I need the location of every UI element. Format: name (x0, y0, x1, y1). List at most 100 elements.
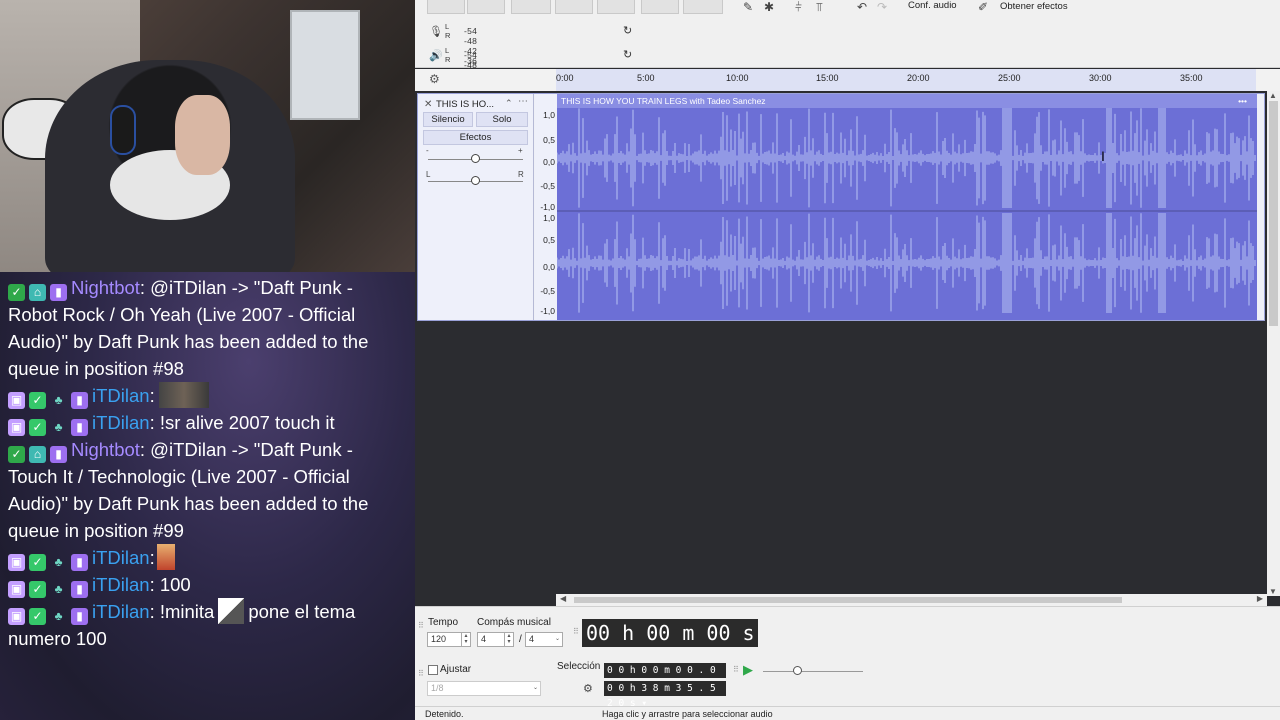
scroll-left-icon[interactable]: ◀ (560, 594, 566, 603)
streamer-face (175, 95, 230, 175)
ruler-tick: 30:00 (1089, 73, 1112, 83)
speed-slider-track (763, 671, 863, 672)
toolbar-grip-icon[interactable]: ⠿ (733, 665, 739, 674)
toolbar-grip-icon[interactable]: ⠿ (418, 669, 424, 678)
twitch-badge-icon: ▮ (71, 581, 88, 598)
transport-button[interactable] (555, 0, 593, 14)
timeline-settings-icon[interactable]: ⚙ (429, 72, 440, 86)
transport-button[interactable] (427, 0, 465, 14)
sprout-badge-icon: ♣ (54, 609, 63, 623)
sprout-badge-icon: ♣ (54, 393, 63, 407)
chat-username[interactable]: iTDilan (92, 547, 150, 568)
meter-numerator-input[interactable]: 4 ▴ ▾ (477, 632, 514, 647)
toolbar-grip-icon[interactable]: ⠿ (418, 621, 424, 630)
vertical-scale[interactable]: 1,0 0,5 0,0 -0,5 -1,0 1,0 0,5 0,0 -0,5 -… (535, 94, 557, 320)
meter-reset-icon[interactable]: ↻ (623, 48, 632, 61)
audio-setup-button[interactable]: Conf. audio (908, 0, 957, 11)
transport-button[interactable] (597, 0, 635, 14)
chat-username[interactable]: iTDilan (92, 412, 150, 433)
chat-username[interactable]: iTDilan (92, 385, 150, 406)
chat-message: ▣ ✓ ♣ ▮ iTDilan: (8, 544, 407, 571)
transport-button[interactable] (511, 0, 551, 14)
scrollbar-thumb[interactable] (1269, 101, 1278, 326)
snap-checkbox[interactable] (428, 665, 438, 675)
selection-end-display[interactable]: 0 0 h 3 8 m 3 5 . 5 2 0 s ▾ (604, 681, 726, 709)
meter-channels: LR (445, 46, 451, 64)
speaker-icon: 🔊 (429, 50, 443, 62)
time-display[interactable]: 00 h 00 m 00 s ▾ (582, 619, 758, 671)
verified-badge-icon: ✓ (29, 419, 46, 436)
ibeam-cursor-icon: I (1101, 148, 1105, 164)
webcam-feed (0, 0, 415, 272)
meter-label: Compás musical (477, 617, 551, 628)
chat-text: : !sr alive 2007 touch it (149, 412, 335, 433)
emote-image (156, 544, 175, 570)
meter-reset-icon[interactable]: ↻ (623, 24, 632, 37)
trim-icon[interactable]: ⫩ (795, 0, 802, 15)
tempo-input[interactable]: 120 ▴ ▾ (427, 632, 471, 647)
scroll-right-icon[interactable]: ▶ (1257, 594, 1263, 603)
selection-start-display[interactable]: 0 0 h 0 0 m 0 0 . 0 0 0 s ▾ (604, 663, 726, 691)
chat-username[interactable]: Nightbot (71, 439, 140, 460)
chat-message: ✓ ⌂ ▮ Nightbot: @iTDilan -> "Daft Punk - To… (8, 436, 407, 544)
vertical-scrollbar[interactable]: ▲ ▼ (1267, 91, 1280, 596)
scroll-up-icon[interactable]: ▲ (1269, 91, 1277, 100)
undo-icon[interactable]: ↶ (857, 0, 867, 14)
draw-tool-icon[interactable]: ✎ (743, 0, 753, 14)
chat-username[interactable]: iTDilan (92, 574, 150, 595)
scrollbar-thumb[interactable] (574, 597, 1122, 603)
chat-username[interactable]: Nightbot (71, 277, 140, 298)
meter-denominator-select[interactable]: 4 ⌄ (525, 632, 563, 647)
meter-channels: LR (445, 22, 451, 40)
silence-icon[interactable]: ⫪ (816, 0, 823, 15)
scale-label: 0,5 (543, 235, 555, 245)
track-menu-icon[interactable]: ⋯ (518, 96, 528, 107)
vip-badge-icon: ▣ (8, 608, 25, 625)
verified-badge-icon: ✓ (29, 608, 46, 625)
redo-icon[interactable]: ↷ (877, 0, 887, 14)
status-bar: Detenido. Haga clic y arrastre para sele… (415, 706, 1280, 720)
toolbar-grip-icon[interactable]: ⠿ (573, 627, 579, 636)
mute-button[interactable]: Silencio (423, 112, 473, 127)
transport-button[interactable] (467, 0, 505, 14)
twitch-badge-icon: ▮ (50, 284, 67, 301)
multi-tool-icon[interactable]: ✱ (764, 0, 774, 14)
sprout-badge-icon: ♣ (54, 555, 63, 569)
clip-title: THIS IS HOW YOU TRAIN LEGS with Tadeo Sa… (561, 96, 766, 106)
chat-message: ▣ ✓ ♣ ▮ iTDilan: !minita pone el tema numero … (8, 598, 407, 652)
scroll-down-icon[interactable]: ▼ (1269, 587, 1277, 596)
bottom-toolbar: ⠿ Tempo 120 ▴ ▾ Compás musical 4 ▴ ▾ / 4 ⌄ ⠿ … (415, 606, 1280, 709)
effects-button[interactable]: Efectos (423, 130, 528, 145)
transport-button[interactable] (641, 0, 679, 14)
chat-message: ✓ ⌂ ▮ Nightbot: @iTDilan -> "Daft Punk - Ro… (8, 274, 407, 382)
scale-label: 1,0 (543, 213, 555, 223)
clip-header[interactable]: THIS IS HOW YOU TRAIN LEGS with Tadeo Sa… (557, 94, 1257, 108)
solo-button[interactable]: Solo (476, 112, 528, 127)
scale-label: 0,0 (543, 157, 555, 167)
chat-text: : 100 (149, 574, 191, 595)
speed-slider[interactable] (793, 666, 802, 675)
play-at-speed-icon[interactable]: ▶ (743, 662, 753, 678)
webcam-poster (290, 10, 360, 120)
pan-right-label: R (518, 170, 524, 179)
pan-slider[interactable] (471, 176, 480, 185)
selection-label: Selección (557, 661, 601, 672)
chat-username[interactable]: iTDilan (92, 601, 150, 622)
transport-button[interactable] (683, 0, 723, 14)
gain-slider[interactable] (471, 154, 480, 163)
audio-clip[interactable]: THIS IS HOW YOU TRAIN LEGS with Tadeo Sa… (557, 94, 1257, 320)
horizontal-scrollbar[interactable]: ◀ ▶ (556, 594, 1267, 606)
collapse-icon[interactable]: ⌃ (505, 98, 513, 109)
clip-menu-icon[interactable]: ••• (1238, 94, 1247, 108)
moderator-badge-icon: ⌂ (29, 284, 46, 301)
track-name[interactable]: THIS IS HO... (436, 99, 506, 110)
track-area[interactable]: ✕ THIS IS HO... ⌃ ⋯ Silencio Solo Efecto… (415, 91, 1270, 596)
status-hint: Haga clic y arrastre para seleccionar au… (602, 709, 773, 719)
close-track-icon[interactable]: ✕ (424, 99, 432, 110)
get-effects-button[interactable]: Obtener efectos (1000, 1, 1068, 12)
verified-badge-icon: ✓ (29, 392, 46, 409)
snap-select[interactable]: 1/8 ⌄ (427, 681, 541, 696)
selection-settings-icon[interactable]: ⚙ (583, 682, 593, 695)
twitch-badge-icon: ▮ (71, 392, 88, 409)
timeline-ruler[interactable]: ⚙ 0:00 5:00 10:00 15:00 20:00 25:00 30:0… (415, 69, 1280, 91)
